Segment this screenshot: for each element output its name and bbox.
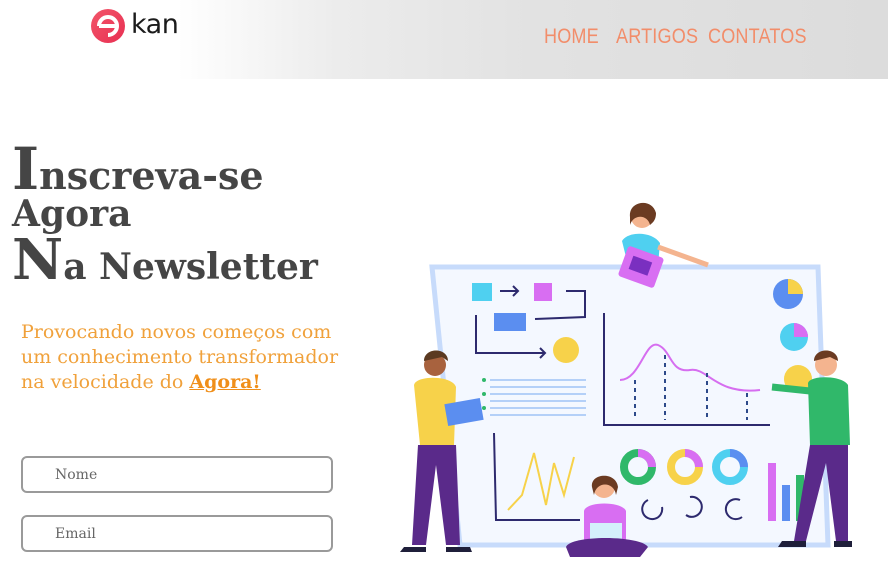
hero-line-1: Inscreva-se (12, 135, 264, 203)
hero-title: Inscreva-se Agora Na Newsletter (12, 140, 318, 288)
logo[interactable]: kan (90, 6, 200, 46)
nav-artigos[interactable]: ARTIGOS (616, 25, 698, 49)
name-placeholder: Nome (55, 467, 98, 483)
header: kan HOME ARTIGOS CONTATOS (0, 0, 888, 79)
name-field[interactable]: Nome (21, 456, 333, 493)
hero-subtitle: Provocando novos começos com um conhecim… (21, 321, 339, 393)
logo-text: kan (131, 9, 179, 40)
hero-line-3: Na Newsletter (12, 227, 318, 293)
workflow-illustration (400, 202, 852, 557)
agora-link[interactable]: Agora! (189, 371, 260, 393)
logo-e-icon (91, 9, 125, 43)
nav-contatos[interactable]: CONTATOS (708, 25, 807, 49)
nav-home[interactable]: HOME (544, 25, 599, 49)
email-placeholder: Email (55, 526, 96, 542)
main-nav: HOME ARTIGOS CONTATOS (544, 25, 807, 49)
email-field[interactable]: Email (21, 515, 333, 552)
